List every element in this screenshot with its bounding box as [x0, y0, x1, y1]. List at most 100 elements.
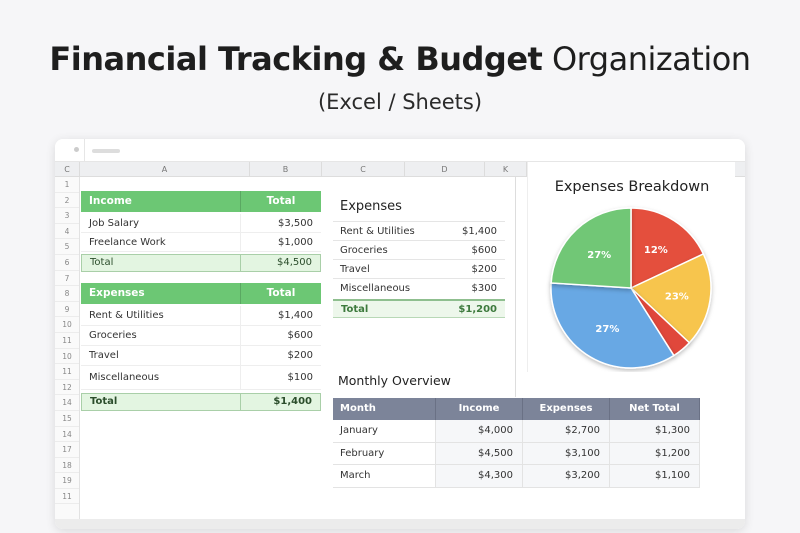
list-item[interactable]: Travel $200 — [333, 259, 505, 278]
row-header-cell[interactable]: 11 — [55, 364, 79, 380]
section-title: Monthly Overview — [338, 373, 451, 388]
row-header-cell[interactable]: 14 — [55, 427, 79, 443]
page-subtitle: (Excel / Sheets) — [317, 90, 483, 114]
pie-slice[interactable] — [550, 207, 632, 289]
row-header-cell[interactable]: 10 — [55, 349, 79, 365]
row-header-cell[interactable]: 3 — [55, 208, 79, 224]
row-header-cell[interactable]: 11 — [55, 333, 79, 349]
row-header-cell[interactable]: 10 — [55, 317, 79, 333]
item-value: $300 — [471, 283, 497, 294]
table-cell: March — [333, 465, 436, 487]
total-label: Total — [82, 255, 241, 271]
table-row[interactable]: Groceries $600 — [81, 326, 321, 346]
table-row[interactable]: Freelance Work $1,000 — [81, 233, 321, 252]
row-value: $3,500 — [278, 218, 313, 229]
row-header-cell[interactable]: 17 — [55, 442, 79, 458]
item-value: $600 — [471, 245, 497, 256]
spreadsheet-window: C A B C D K 1 2 3 4 5 6 7 8 9 10 11 10 11 12 14 15 14 17 1… — [55, 139, 745, 529]
table-cell: $4,300 — [436, 465, 523, 487]
column-header-cell[interactable]: B — [250, 162, 322, 177]
item-label: Rent & Utilities — [340, 226, 415, 237]
row-label: Rent & Utilities — [81, 306, 241, 325]
item-label: Groceries — [340, 245, 388, 256]
list-item[interactable]: Rent & Utilities $1,400 — [333, 221, 505, 240]
income-table: Income Total Job Salary $3,500 Freelance Wo… — [81, 191, 321, 272]
row-header-cell[interactable]: 9 — [55, 302, 79, 318]
table-row[interactable]: Job Salary $3,500 — [81, 214, 321, 233]
table-row[interactable]: February $4,500 $3,100 $1,200 — [333, 442, 700, 465]
column-header-cell[interactable]: D — [405, 162, 485, 177]
row-header-cell[interactable]: 4 — [55, 224, 79, 240]
header-cell: Income — [81, 191, 241, 212]
row-header-cell[interactable]: 15 — [55, 411, 79, 427]
column-header-cell[interactable]: A — [80, 162, 250, 177]
header-cell: Income — [436, 398, 523, 420]
slice-label: 12% — [644, 245, 668, 256]
page-title: Financial Tracking & Budget Organization — [49, 40, 751, 78]
expenses-list: Expenses Rent & Utilities $1,400 Groceries… — [333, 199, 505, 318]
row-label: Miscellaneous — [81, 366, 241, 389]
table-cell: $4,500 — [436, 442, 523, 464]
formula-bar[interactable] — [92, 149, 120, 153]
row-value: $600 — [287, 330, 313, 341]
total-row[interactable]: Total $1,400 — [81, 393, 321, 411]
header-cell: Total — [266, 287, 296, 299]
header-cell: Expenses — [523, 398, 610, 420]
header-cell: Month — [333, 398, 436, 420]
row-value: $100 — [287, 372, 313, 383]
row-label: Job Salary — [81, 214, 241, 232]
table-cell: $1,100 — [610, 465, 700, 487]
row-value: $1,400 — [278, 310, 313, 321]
header-cell: Total — [266, 195, 296, 207]
table-row[interactable]: Travel $200 — [81, 346, 321, 366]
table-cell: $1,300 — [610, 420, 700, 442]
table-row[interactable]: Rent & Utilities $1,400 — [81, 306, 321, 326]
table-cell: $1,200 — [610, 442, 700, 464]
item-label: Travel — [340, 264, 370, 275]
name-box[interactable] — [55, 139, 85, 162]
column-header-cell[interactable]: K — [485, 162, 527, 177]
row-header-cell[interactable]: 14 — [55, 395, 79, 411]
item-label: Miscellaneous — [340, 283, 411, 294]
toolbar — [55, 139, 745, 162]
row-label: Travel — [81, 346, 241, 365]
row-header-cell[interactable]: 12 — [55, 380, 79, 396]
row-value: $200 — [287, 350, 313, 361]
total-value: $1,400 — [273, 396, 312, 407]
table-cell: $2,700 — [523, 420, 610, 442]
row-header-cell[interactable]: 11 — [55, 489, 79, 505]
pie-chart-panel[interactable]: Expenses Breakdown 12% 23% 27% 27% — [527, 162, 735, 372]
slice-label: 23% — [665, 291, 689, 302]
column-header-cell[interactable]: C — [55, 162, 80, 177]
list-item[interactable]: Groceries $600 — [333, 240, 505, 259]
table-row[interactable]: Miscellaneous $100 — [81, 366, 321, 390]
row-header-cell[interactable]: 5 — [55, 239, 79, 255]
row-header-cell[interactable]: 1 — [55, 177, 79, 193]
table-cell: $4,000 — [436, 420, 523, 442]
total-row[interactable]: Total $4,500 — [81, 254, 321, 272]
total-label: Total — [82, 394, 241, 410]
divider — [515, 177, 516, 397]
section-title: Expenses — [340, 199, 402, 214]
table-cell: January — [333, 420, 436, 442]
header-cell: Expenses — [81, 283, 241, 304]
table-row[interactable]: March $4,300 $3,200 $1,100 — [333, 465, 700, 488]
list-item[interactable]: Miscellaneous $300 — [333, 278, 505, 297]
row-header-cell[interactable]: 7 — [55, 271, 79, 287]
menu-dot-icon — [74, 147, 79, 152]
item-value: $200 — [471, 264, 497, 275]
row-header-cell[interactable]: 6 — [55, 255, 79, 271]
total-row[interactable]: Total $1,200 — [333, 299, 505, 318]
total-value: $4,500 — [277, 257, 312, 268]
row-header-cell[interactable]: 2 — [55, 193, 79, 209]
expenses-table: Expenses Total Rent & Utilities $1,400 Groc… — [81, 283, 321, 411]
horizontal-scrollbar[interactable] — [55, 519, 745, 529]
row-header-cell[interactable]: 8 — [55, 286, 79, 302]
row-header-cell[interactable]: 18 — [55, 458, 79, 474]
slice-label: 27% — [595, 324, 619, 335]
table-row[interactable]: January $4,000 $2,700 $1,300 — [333, 420, 700, 443]
header-cell: Net Total — [610, 398, 700, 420]
item-value: $1,400 — [462, 226, 497, 237]
row-header-cell[interactable]: 19 — [55, 473, 79, 489]
column-header-cell[interactable]: C — [322, 162, 405, 177]
